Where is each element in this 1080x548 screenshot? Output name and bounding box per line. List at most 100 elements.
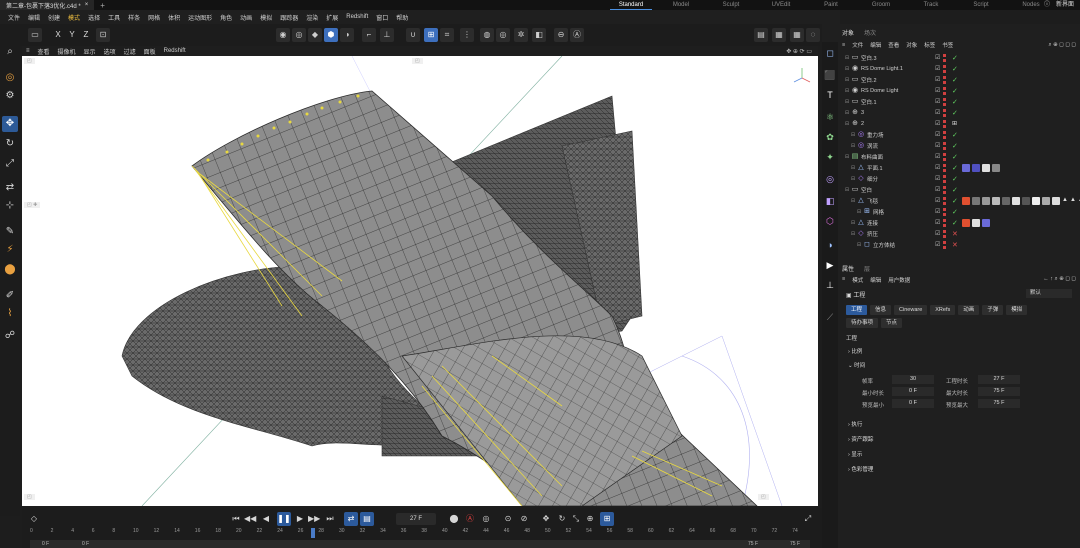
- key-param-icon[interactable]: ⊕: [584, 512, 596, 526]
- object-row[interactable]: ⊟ ▭ 空白.1 ☑ ✓: [842, 96, 1080, 107]
- expand-icon[interactable]: ⊟: [849, 197, 857, 205]
- enabled-check-icon[interactable]: ✓: [952, 186, 958, 194]
- tag-icon[interactable]: [972, 163, 980, 172]
- render-region-icon[interactable]: ◍: [480, 28, 494, 42]
- workplane-icon[interactable]: ⊥: [380, 28, 394, 42]
- enabled-check-icon[interactable]: ✓: [952, 197, 958, 205]
- object-tags[interactable]: ▲▲▲▲: [962, 196, 1080, 205]
- layer-checkbox[interactable]: ☑: [935, 65, 940, 72]
- min-time-field[interactable]: 0 F: [892, 387, 934, 396]
- search-icon[interactable]: ⌕: [2, 44, 18, 60]
- tag-icon[interactable]: [1032, 196, 1040, 205]
- quantize-icon[interactable]: ⌗: [440, 28, 454, 42]
- section-execute[interactable]: › 执行: [848, 420, 862, 428]
- object-tags[interactable]: [962, 163, 1000, 172]
- layer-checkbox[interactable]: ☑: [935, 219, 940, 226]
- disabled-icon[interactable]: ✕: [952, 241, 958, 249]
- loop-icon[interactable]: ⇄: [344, 512, 358, 526]
- enabled-check-icon[interactable]: ✓: [952, 87, 958, 95]
- enabled-check-icon[interactable]: ✓: [952, 175, 958, 183]
- menu-item[interactable]: 渲染: [302, 13, 322, 22]
- layout-model[interactable]: Model: [660, 0, 702, 10]
- expand-icon[interactable]: ⊟: [843, 186, 851, 194]
- expand-icon[interactable]: ⊟: [843, 87, 851, 95]
- next-frame-icon[interactable]: ▶: [294, 512, 306, 526]
- viewport-layout-icon[interactable]: ▭: [28, 28, 42, 42]
- layer-checkbox[interactable]: ☑: [935, 76, 940, 83]
- visibility-dots[interactable]: [943, 141, 946, 150]
- model-mode-icon[interactable]: ⬢: [324, 28, 338, 42]
- attr-menu-mode[interactable]: 模式: [852, 276, 863, 286]
- viewport-menu-view[interactable]: 查看: [34, 47, 54, 56]
- sphere-render-icon[interactable]: ◌: [806, 28, 820, 42]
- x-axis-lock[interactable]: X: [52, 28, 64, 42]
- object-row[interactable]: ⊟ ◻ 立方体结 ☑ ✕: [842, 239, 1080, 250]
- object-row[interactable]: ⊟△飞毯 ☑ ✓ ▲▲▲▲: [842, 195, 1080, 206]
- object-row[interactable]: ⊟ ◉ RS Dome Light.1 ☑ ✓: [842, 63, 1080, 74]
- range-start-2[interactable]: 0 F: [82, 540, 89, 548]
- layer-checkbox[interactable]: ☑: [935, 131, 940, 138]
- text-icon[interactable]: T: [823, 88, 837, 102]
- close-tab-icon[interactable]: ×: [85, 2, 89, 8]
- object-row[interactable]: ⊟ ◎ 重力场 ☑ ✓: [842, 129, 1080, 140]
- render-view-icon[interactable]: ⊖: [554, 28, 568, 42]
- viewport-menu-display[interactable]: 显示: [80, 47, 100, 56]
- scale-tool-icon[interactable]: ⤢: [2, 156, 18, 172]
- attr-menu-toggle-icon[interactable]: ≡: [842, 276, 845, 286]
- keyframe-diamond-icon[interactable]: ◇: [28, 512, 40, 526]
- object-name[interactable]: 挤压: [867, 230, 878, 238]
- expand-icon[interactable]: ⊟: [843, 120, 851, 128]
- layer-checkbox[interactable]: ☑: [935, 230, 940, 237]
- drag-icon[interactable]: ☍: [2, 328, 18, 344]
- om-menu-view[interactable]: 查看: [888, 41, 899, 49]
- om-menu-tags[interactable]: 标签: [924, 41, 935, 49]
- menu-item[interactable]: 帮助: [392, 13, 412, 22]
- prev-frame-icon[interactable]: ◀: [260, 512, 272, 526]
- vertex-map-tag-icon[interactable]: ▲: [1062, 197, 1068, 205]
- viewport-menu-options[interactable]: 选项: [100, 47, 120, 56]
- tag-icon[interactable]: [1022, 196, 1030, 205]
- visibility-dots[interactable]: [943, 86, 946, 95]
- layout-groom[interactable]: Groom: [860, 0, 902, 10]
- layout-paint[interactable]: Paint: [810, 0, 852, 10]
- grid-tag-icon[interactable]: ⊞: [952, 120, 957, 127]
- disabled-icon[interactable]: ✕: [952, 230, 958, 238]
- rotate-tool-icon[interactable]: ↻: [2, 136, 18, 152]
- key-scale-icon[interactable]: ⤡: [570, 512, 582, 526]
- paint-brush-icon[interactable]: ✐: [2, 288, 18, 304]
- visibility-dots[interactable]: [943, 53, 946, 62]
- expand-icon[interactable]: ⊟: [855, 208, 863, 216]
- viewport-menu-filter[interactable]: 过滤: [120, 47, 140, 56]
- visibility-dots[interactable]: [943, 152, 946, 161]
- tag-icon[interactable]: [972, 218, 980, 227]
- preview-min-field[interactable]: 0 F: [892, 399, 934, 408]
- menu-item[interactable]: 文件: [4, 13, 24, 22]
- object-row[interactable]: ⊟ ⊕ 3 ☑ ✓: [842, 107, 1080, 118]
- expand-icon[interactable]: ⊟: [843, 153, 851, 161]
- camera-icon[interactable]: ▶: [823, 258, 837, 272]
- preview-range-bar[interactable]: 0 F 0 F 75 F 75 F: [30, 540, 810, 548]
- cube-icon[interactable]: ⬛: [823, 68, 837, 82]
- floor-icon[interactable]: ⊥: [823, 278, 837, 292]
- object-name[interactable]: 3: [861, 110, 864, 116]
- layer-checkbox[interactable]: ☑: [935, 175, 940, 182]
- om-menu-object[interactable]: 对象: [906, 41, 917, 49]
- tab-layers[interactable]: 层: [864, 264, 870, 273]
- om-menu-file[interactable]: 文件: [852, 41, 863, 49]
- keyframe-selection-icon[interactable]: ◎: [480, 512, 492, 526]
- viewport-corner-tl[interactable]: ◰: [24, 58, 35, 64]
- object-name[interactable]: 涡流: [867, 142, 878, 150]
- view-options-icon[interactable]: ≡: [22, 48, 34, 54]
- menu-item[interactable]: 跟踪器: [276, 13, 302, 22]
- layer-checkbox[interactable]: ☑: [935, 153, 940, 160]
- tag-icon[interactable]: [992, 196, 1000, 205]
- cloner-icon[interactable]: ⚛: [823, 110, 837, 124]
- btn-info[interactable]: 信息: [870, 305, 892, 315]
- menu-item[interactable]: 模拟: [256, 13, 276, 22]
- enabled-check-icon[interactable]: ✓: [952, 109, 958, 117]
- clapboard-icon[interactable]: ▤: [754, 28, 768, 42]
- menu-item[interactable]: 编辑: [24, 13, 44, 22]
- attr-menu-edit[interactable]: 编辑: [870, 276, 881, 286]
- object-row[interactable]: ⊟ ⊕ 2 ☑ ⊞: [842, 118, 1080, 129]
- tag-icon[interactable]: [992, 163, 1000, 172]
